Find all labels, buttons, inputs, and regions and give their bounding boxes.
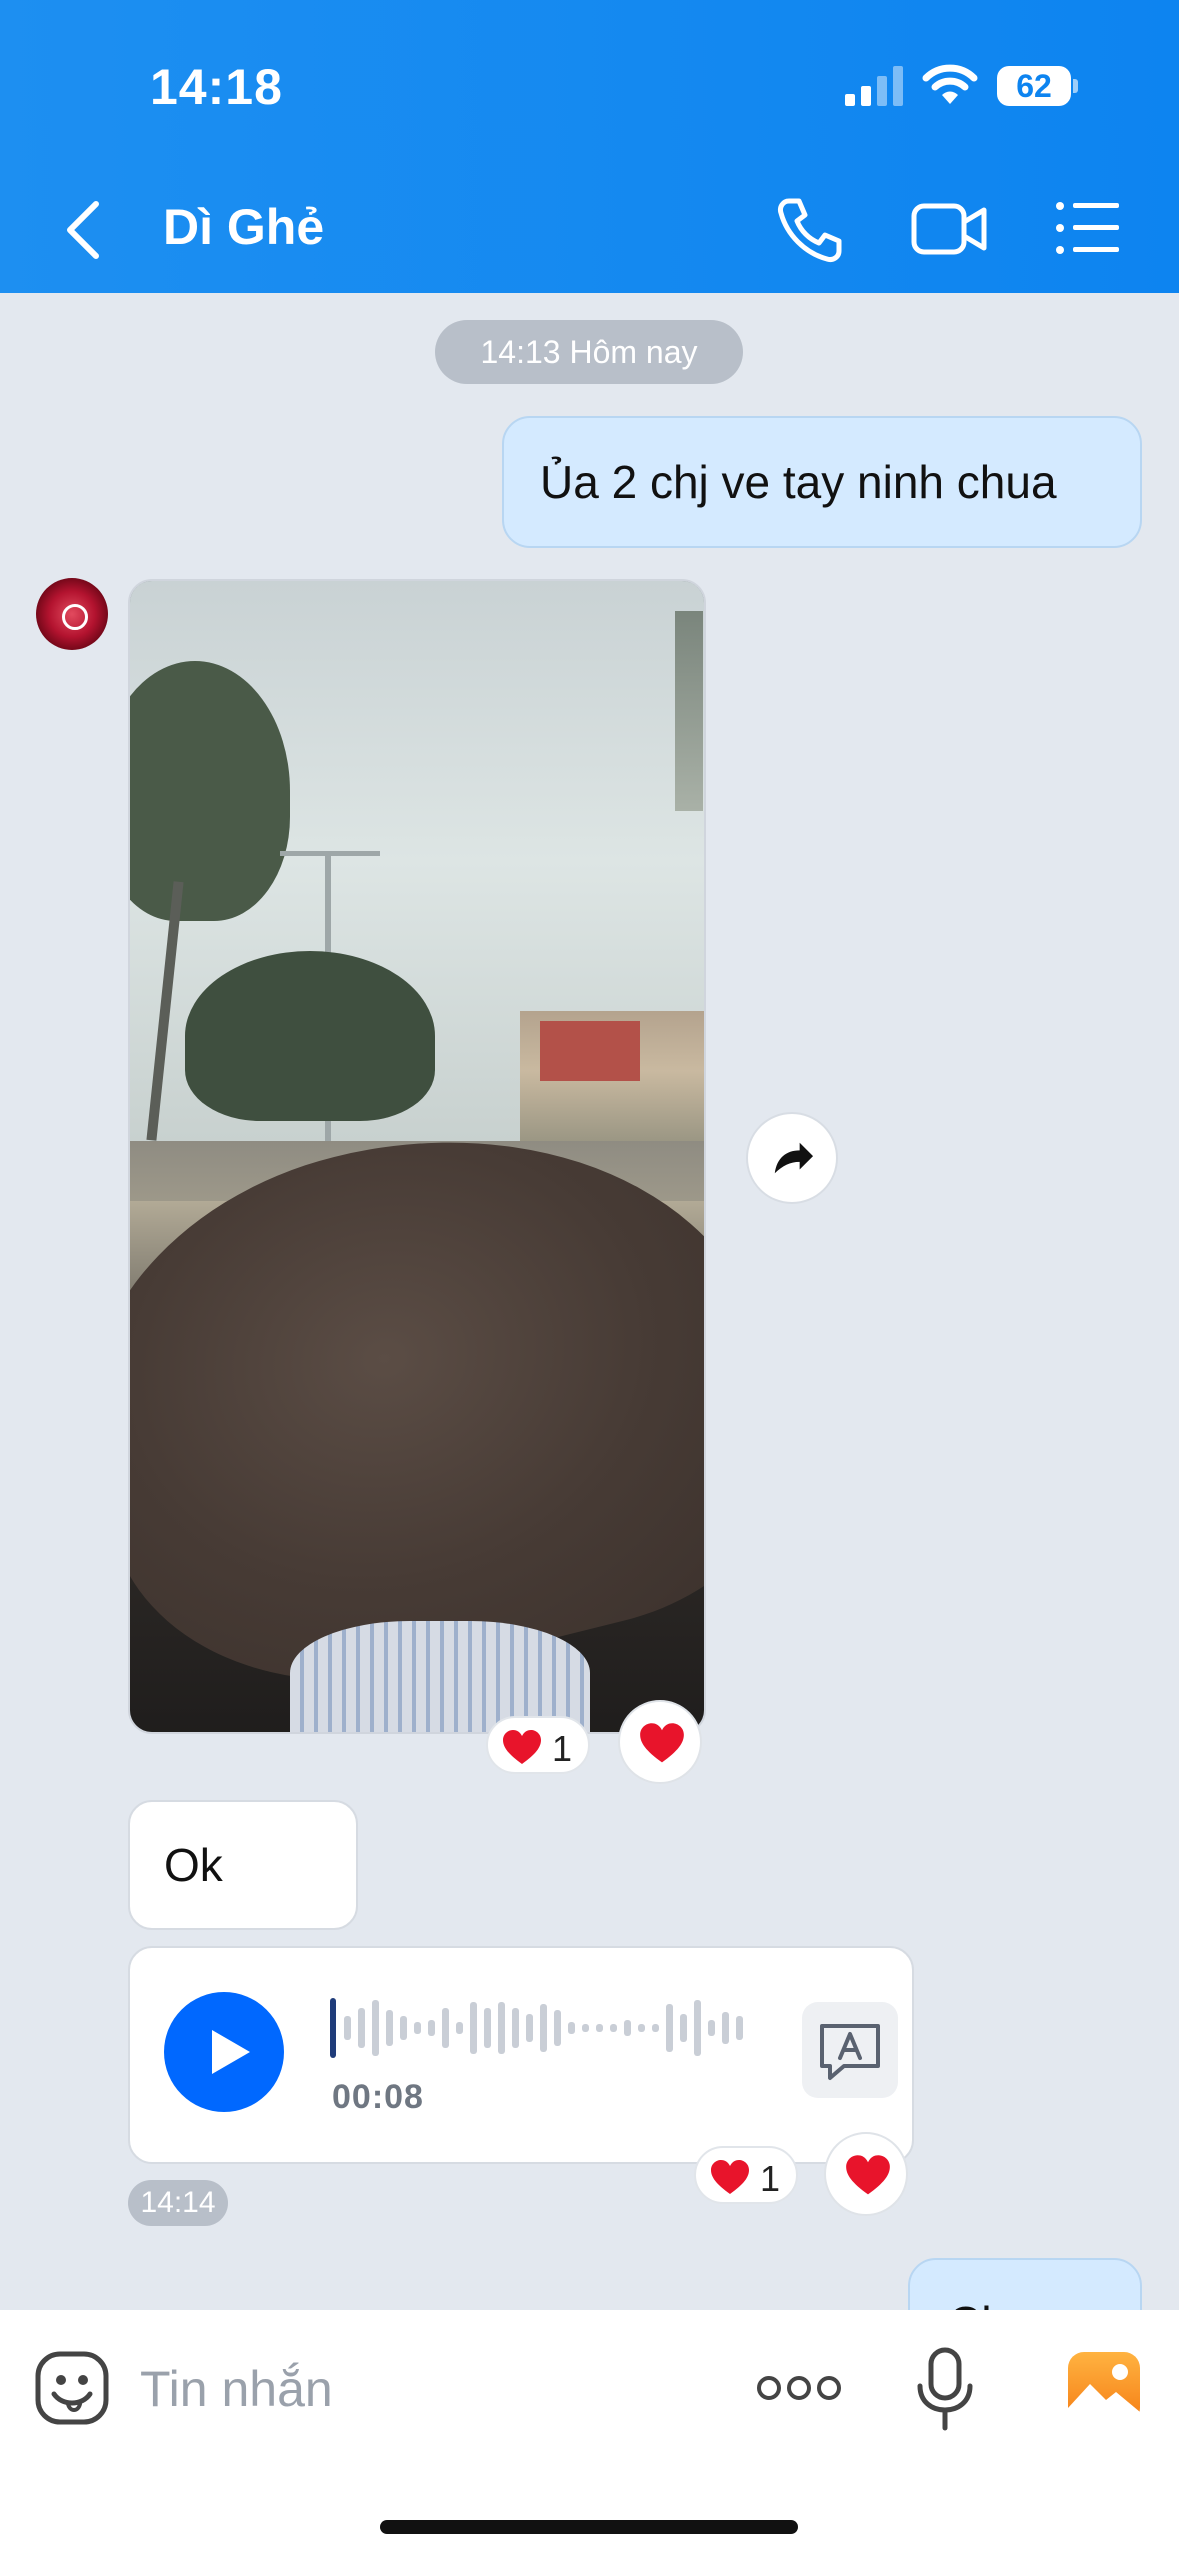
- gallery-image-icon[interactable]: [1066, 2350, 1142, 2426]
- contact-name[interactable]: Dì Ghẻ: [163, 198, 324, 256]
- more-options-icon[interactable]: [756, 2370, 842, 2406]
- forward-share-icon[interactable]: [746, 1112, 838, 1204]
- outgoing-message[interactable]: Ủa 2 chj ve tay ninh chua: [502, 416, 1142, 548]
- reaction-summary[interactable]: 1: [486, 1716, 590, 1774]
- heart-icon: [846, 2155, 890, 2195]
- heart-icon: [640, 1723, 684, 1763]
- audio-waveform[interactable]: [330, 1990, 750, 2066]
- heart-icon: [711, 2160, 749, 2194]
- phone-call-icon[interactable]: [775, 195, 845, 265]
- battery-icon: 62: [997, 66, 1078, 106]
- heart-icon: [503, 1730, 541, 1764]
- message-timestamp: 14:14: [128, 2180, 228, 2226]
- cellular-signal-icon: [845, 66, 903, 106]
- microphone-icon[interactable]: [914, 2346, 976, 2432]
- react-heart-button[interactable]: [824, 2132, 908, 2216]
- voice-message[interactable]: 00:08: [128, 1946, 914, 2164]
- video-call-icon[interactable]: [910, 198, 988, 260]
- reaction-count: 1: [760, 2158, 781, 2199]
- speech-to-text-icon[interactable]: [802, 2002, 898, 2098]
- composer-bar: [0, 2310, 1179, 2556]
- message-input[interactable]: [140, 2354, 700, 2424]
- home-indicator: [380, 2520, 798, 2534]
- play-button[interactable]: [164, 1992, 284, 2112]
- back-button[interactable]: [56, 190, 116, 270]
- menu-list-icon[interactable]: [1055, 200, 1121, 256]
- video-message[interactable]: [128, 579, 706, 1734]
- battery-level: 62: [1016, 68, 1052, 104]
- avatar[interactable]: [36, 578, 108, 650]
- status-time: 14:18: [150, 59, 283, 115]
- incoming-message[interactable]: Ok: [128, 1800, 358, 1930]
- sticker-emoji-icon[interactable]: [34, 2350, 110, 2426]
- reaction-summary[interactable]: 1: [694, 2146, 798, 2204]
- react-heart-button[interactable]: [618, 1700, 702, 1784]
- date-separator: 14:13 Hôm nay: [435, 320, 743, 384]
- wifi-icon: [922, 64, 978, 104]
- voice-duration: 00:08: [332, 2078, 424, 2116]
- chat-header: 14:18 62 Dì Ghẻ: [0, 0, 1179, 293]
- reaction-count: 1: [552, 1728, 573, 1769]
